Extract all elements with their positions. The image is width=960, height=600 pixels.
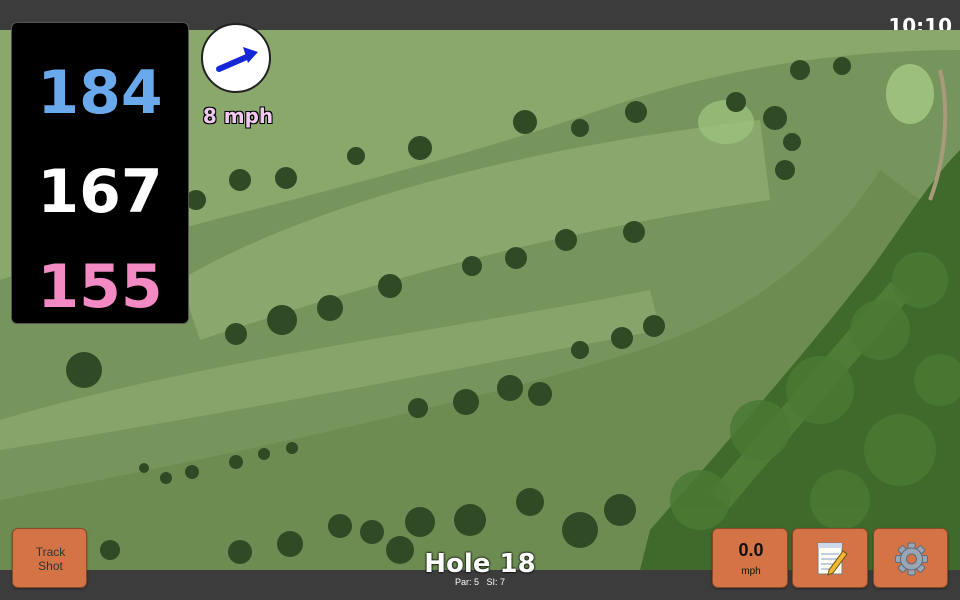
wind-speed-button[interactable]: 0.0 mph (712, 528, 788, 588)
hole-title: Hole 18 (424, 549, 536, 579)
track-shot-label: Track Shot (13, 545, 88, 573)
settings-button[interactable] (873, 528, 948, 588)
track-shot-label-line-2: Shot (38, 559, 63, 573)
back-yardage: 184 (37, 58, 163, 128)
notepad-icon (817, 542, 848, 576)
gear-icon (895, 542, 928, 576)
arrow-icon (216, 47, 258, 72)
wind-speed-value: 0.0 (738, 540, 764, 560)
middle-yardage: 167 (37, 157, 163, 227)
hole-info: Par: 5 SI: 7 (380, 577, 580, 587)
stroke-index-label: SI: 7 (486, 577, 506, 587)
front-yardage: 155 (37, 252, 163, 322)
wind-speed-label: 8 mph (202, 104, 274, 128)
wind-arrow-shaft (216, 53, 252, 72)
track-shot-label-line-1: Track (35, 545, 66, 559)
notes-button[interactable] (792, 528, 868, 588)
wind-direction-dial (201, 23, 271, 93)
wind-speed-unit: mph (741, 566, 761, 577)
track-shot-button[interactable]: Track Shot (12, 528, 87, 588)
par-label: Par: 5 (454, 577, 479, 587)
yardage-panel: 184 167 155 (11, 22, 189, 324)
